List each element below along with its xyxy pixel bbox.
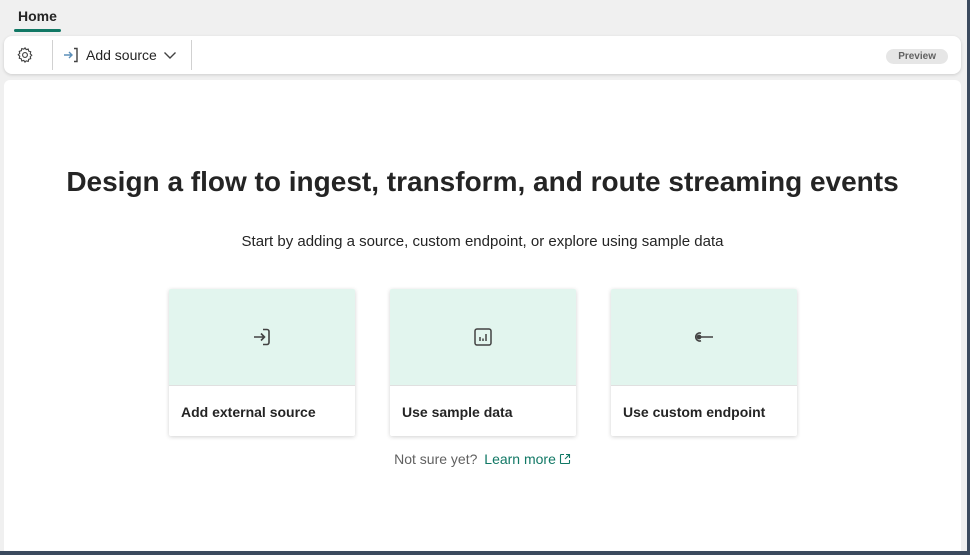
card-label: Add external source xyxy=(181,404,316,420)
main-canvas: Design a flow to ingest, transform, and … xyxy=(4,80,961,551)
tab-bar: Home xyxy=(0,0,967,34)
toolbar: Add source Preview xyxy=(4,36,961,74)
not-sure-text: Not sure yet? xyxy=(394,451,478,467)
add-source-dropdown[interactable]: Add source xyxy=(62,44,183,66)
external-link-icon xyxy=(559,453,570,465)
learn-more-label: Learn more xyxy=(484,451,556,467)
card-illustration xyxy=(390,289,576,386)
card-illustration xyxy=(169,289,355,386)
add-external-source-card[interactable]: Add external source xyxy=(169,289,355,436)
app-window: Home Add source Preview Design a flow to… xyxy=(0,0,967,551)
tab-home-label: Home xyxy=(18,8,57,24)
use-sample-data-card[interactable]: Use sample data xyxy=(390,289,576,436)
use-custom-endpoint-card[interactable]: Use custom endpoint xyxy=(611,289,797,436)
page-title: Design a flow to ingest, transform, and … xyxy=(66,166,899,197)
arrow-into-bracket-icon xyxy=(64,47,78,63)
add-source-label: Add source xyxy=(86,47,157,63)
sign-in-arrow-icon xyxy=(254,328,270,346)
endpoint-icon xyxy=(694,332,713,342)
settings-button[interactable] xyxy=(16,46,34,64)
bar-chart-icon xyxy=(474,328,492,346)
toolbar-divider xyxy=(52,40,53,70)
chevron-down-icon xyxy=(163,52,176,59)
help-footer: Not sure yet? Learn more xyxy=(4,451,961,467)
page-subtitle: Start by adding a source, custom endpoin… xyxy=(241,233,724,250)
preview-badge: Preview xyxy=(886,49,948,64)
card-label: Use custom endpoint xyxy=(623,404,766,420)
learn-more-link[interactable]: Learn more xyxy=(484,451,571,467)
toolbar-divider xyxy=(191,40,192,70)
card-illustration xyxy=(611,289,797,386)
tab-home[interactable]: Home xyxy=(14,0,61,34)
card-label: Use sample data xyxy=(402,404,513,420)
gear-icon xyxy=(17,46,33,64)
active-tab-indicator xyxy=(14,29,61,32)
